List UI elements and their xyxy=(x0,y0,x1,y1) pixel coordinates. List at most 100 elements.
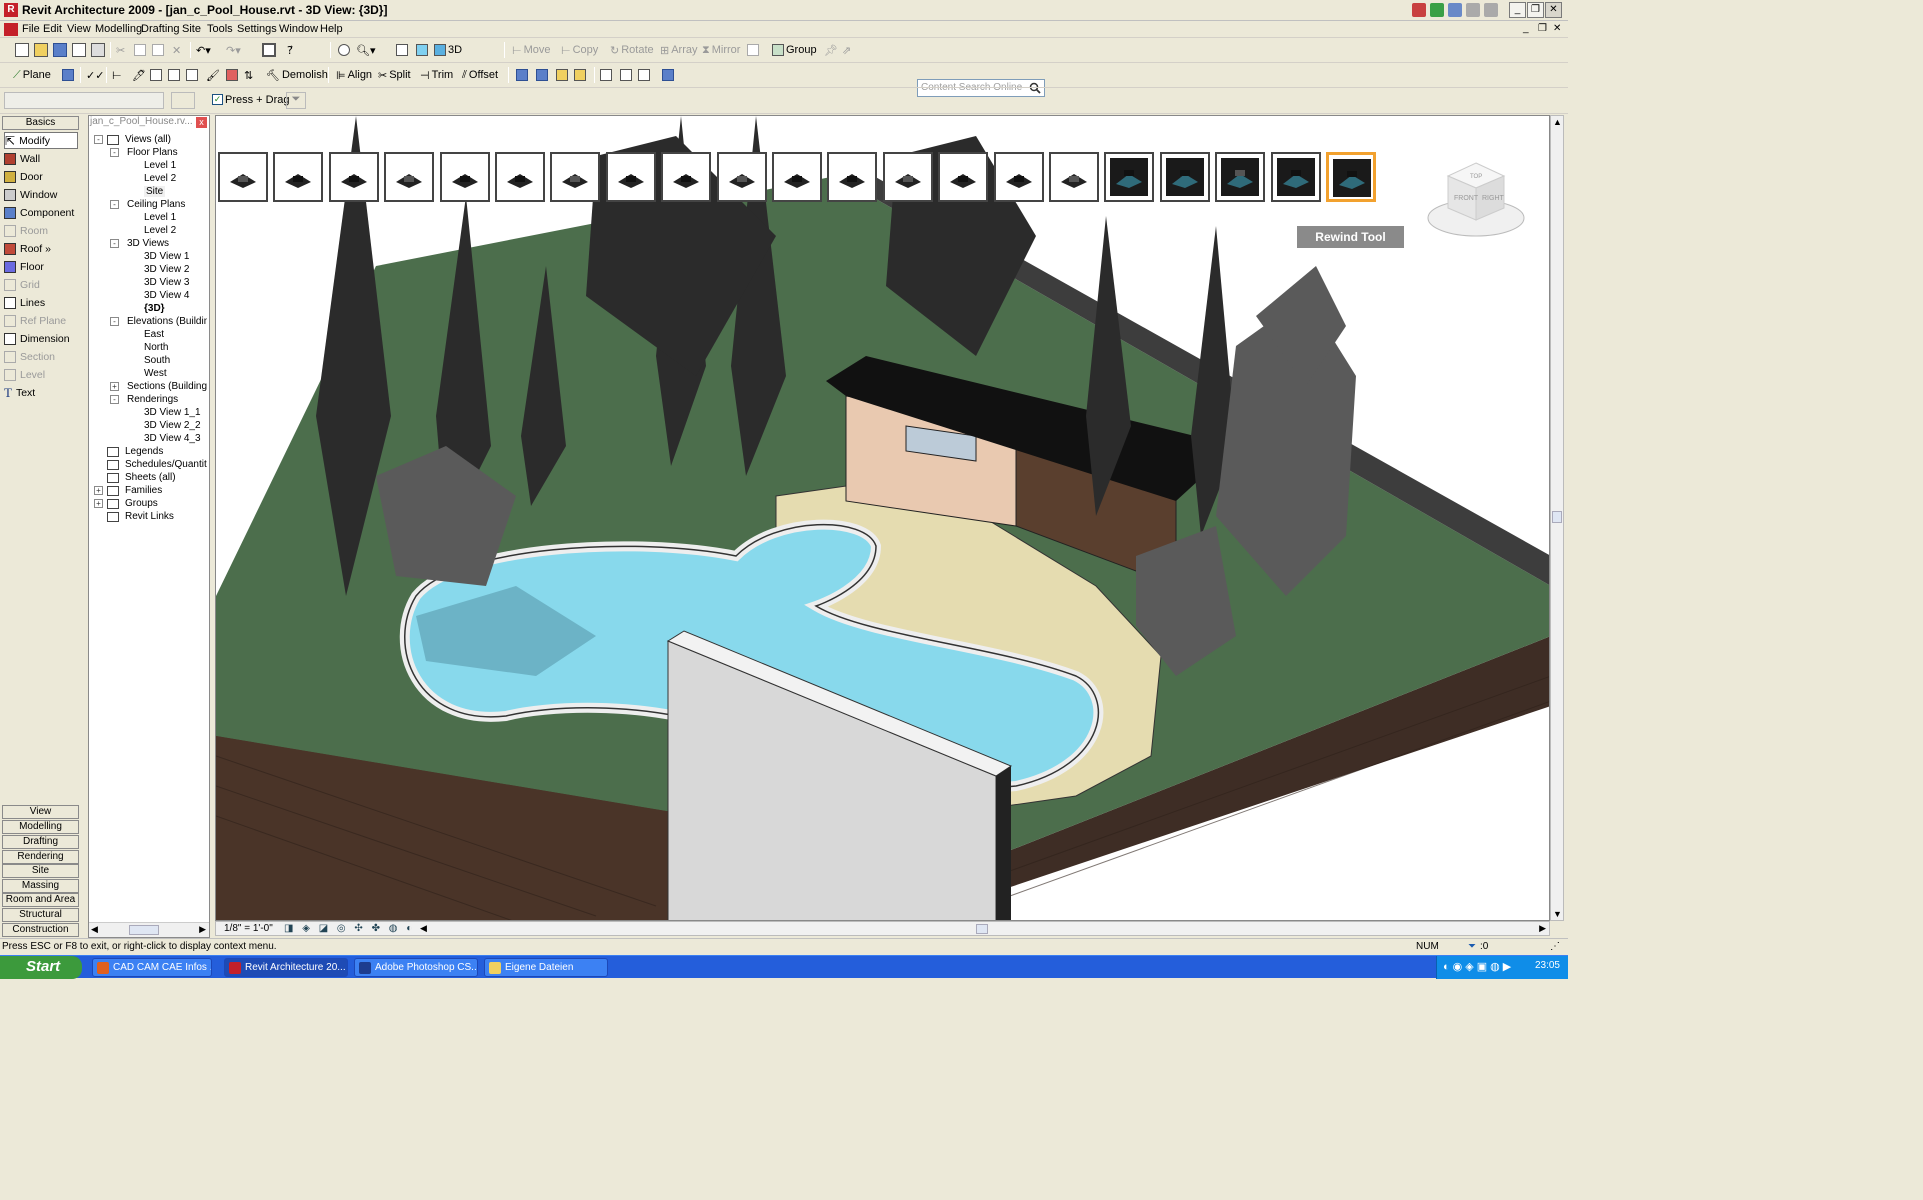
browser-node[interactable]: Sheets (all) xyxy=(125,472,207,483)
browser-node[interactable]: 3D View 3 xyxy=(144,277,207,288)
edit-group-icon[interactable] xyxy=(600,66,612,84)
rotate-button[interactable]: ↻ Rotate xyxy=(610,41,654,59)
rewind-thumbnail[interactable] xyxy=(495,152,545,202)
view-scale[interactable]: 1/8" = 1'-0" xyxy=(224,923,273,934)
copy-icon[interactable] xyxy=(134,41,146,59)
tree-expand-toggle[interactable]: + xyxy=(94,499,103,508)
join-icon[interactable] xyxy=(168,66,180,84)
browser-node[interactable]: 3D View 2 xyxy=(144,264,207,275)
undo-icon[interactable]: ↶▾ xyxy=(196,41,211,59)
browser-node[interactable]: Revit Links xyxy=(125,511,207,522)
menu-settings[interactable]: Settings xyxy=(237,23,277,35)
menu-file[interactable]: File xyxy=(22,23,40,35)
rewind-thumbnail[interactable] xyxy=(938,152,989,202)
close-button[interactable]: ✕ xyxy=(1545,2,1562,18)
cut-icon[interactable]: ✂ xyxy=(116,41,125,59)
align-button[interactable]: ⊫ Align xyxy=(336,66,372,84)
save-icon[interactable] xyxy=(53,41,67,59)
properties-icon[interactable] xyxy=(171,92,195,109)
tool-window[interactable]: Window xyxy=(4,186,78,203)
rewind-thumbnail[interactable] xyxy=(772,152,822,202)
rewind-thumbnail[interactable] xyxy=(661,152,712,202)
open-icon[interactable] xyxy=(34,41,48,59)
window-small-icon[interactable] xyxy=(1466,3,1480,17)
view-control-icons[interactable]: ◨ ◈ ◪ ◎ ✣ ✤ ◍ ◐ xyxy=(284,923,415,934)
doc-close-button[interactable]: ✕ xyxy=(1553,23,1561,34)
material-icon[interactable] xyxy=(226,66,238,84)
paint-icon[interactable]: 🖌︎ xyxy=(206,66,220,84)
task-revit[interactable]: Revit Architecture 20... xyxy=(224,958,348,977)
tool-modify[interactable]: ⇱ Modify xyxy=(4,132,78,149)
close-icon[interactable]: x xyxy=(196,117,207,128)
browser-node[interactable]: 3D View 4_3 xyxy=(144,433,207,444)
tree-expand-toggle[interactable]: - xyxy=(110,317,119,326)
offset-button[interactable]: ⫽ Offset xyxy=(462,66,498,84)
tool-component[interactable]: Component xyxy=(4,204,78,221)
browser-node[interactable]: West xyxy=(144,368,207,379)
task-eigene-dateien[interactable]: Eigene Dateien xyxy=(484,958,608,977)
delete-icon[interactable]: ✕ xyxy=(172,41,181,59)
copy-button[interactable]: ⊢ Copy xyxy=(561,41,598,59)
browser-node[interactable]: 3D View 2_2 xyxy=(144,420,207,431)
menu-modelling[interactable]: Modelling xyxy=(95,23,142,35)
tool-section[interactable]: Section xyxy=(4,348,78,365)
doc-minimize-button[interactable]: _ xyxy=(1523,23,1529,34)
menu-help[interactable]: Help xyxy=(320,23,343,35)
mirror-button[interactable]: ⧗ Mirror xyxy=(702,41,740,59)
chart-tool-icon[interactable] xyxy=(662,66,674,84)
beam-icon[interactable] xyxy=(638,66,650,84)
view-3d-icon[interactable]: 3D xyxy=(434,41,462,59)
tree-expand-toggle[interactable]: + xyxy=(110,382,119,391)
tool-level[interactable]: Level xyxy=(4,366,78,383)
browser-node[interactable]: East xyxy=(144,329,207,340)
rewind-thumbnail[interactable] xyxy=(1326,152,1376,202)
filter-icon[interactable]: ⏷ xyxy=(1468,941,1476,952)
tool-roof[interactable]: Roof » xyxy=(4,240,78,257)
grid-plane-icon[interactable] xyxy=(62,66,74,84)
press-drag-checkbox[interactable]: ✓ xyxy=(212,94,223,105)
rewind-thumbnail[interactable] xyxy=(328,152,379,202)
split-button[interactable]: ✂︎ Split xyxy=(378,66,411,84)
rewind-thumbnail[interactable] xyxy=(882,152,933,202)
split-tool-icon[interactable]: ⇅ xyxy=(244,66,253,84)
rewind-thumbnail[interactable] xyxy=(439,152,490,202)
filter-icon[interactable]: ⏷ xyxy=(286,92,306,109)
tab-modelling[interactable]: Modelling xyxy=(2,820,79,834)
rewind-thumbnail[interactable] xyxy=(1159,152,1210,202)
tab-construction[interactable]: Construction xyxy=(2,923,79,937)
doc-icon[interactable] xyxy=(4,23,18,36)
browser-node[interactable]: Schedules/Quantitie xyxy=(125,459,207,470)
rewind-thumbnail[interactable] xyxy=(1049,152,1099,202)
rewind-thumbnail[interactable] xyxy=(384,152,435,202)
browser-node[interactable]: Level 1 xyxy=(144,212,207,223)
tree-expand-toggle[interactable]: - xyxy=(94,135,103,144)
rewind-thumbnail[interactable] xyxy=(550,152,601,202)
linework-icon[interactable] xyxy=(620,66,632,84)
browser-node[interactable]: Level 2 xyxy=(144,225,207,236)
save-as-icon[interactable] xyxy=(72,41,86,59)
array-button[interactable]: ⊞ Array xyxy=(660,41,698,59)
split-face-icon[interactable] xyxy=(150,66,162,84)
menu-site[interactable]: Site xyxy=(182,23,201,35)
comm-center-icon[interactable] xyxy=(1448,3,1462,17)
tab-drafting[interactable]: Drafting xyxy=(2,835,79,849)
revit-app-icon[interactable]: R xyxy=(4,3,18,17)
browser-node[interactable]: 3D View 1 xyxy=(144,251,207,262)
task-photoshop[interactable]: Adobe Photoshop CS... xyxy=(354,958,478,977)
menu-edit[interactable]: Edit xyxy=(43,23,62,35)
browser-node[interactable]: Legends xyxy=(125,446,207,457)
pin-icon[interactable]: 📌︎ xyxy=(824,41,838,59)
tool-lines[interactable]: Lines xyxy=(4,294,78,311)
thin-lines-icon[interactable] xyxy=(262,41,276,59)
browser-node[interactable]: 3D View 4 xyxy=(144,290,207,301)
dynamic-view-icon[interactable] xyxy=(338,41,350,59)
group-button[interactable]: Group xyxy=(772,41,817,59)
redo-icon[interactable]: ↷▾ xyxy=(226,41,241,59)
cut-geometry-icon[interactable] xyxy=(186,66,198,84)
browser-node[interactable]: Groups xyxy=(125,498,207,509)
work-plane-button[interactable]: ⟋ Plane xyxy=(13,66,51,84)
rewind-thumbnail[interactable] xyxy=(1270,152,1321,202)
minimize-button[interactable]: _ xyxy=(1509,2,1526,18)
type-selector[interactable] xyxy=(4,92,164,109)
scroll-thumb[interactable] xyxy=(976,924,988,934)
